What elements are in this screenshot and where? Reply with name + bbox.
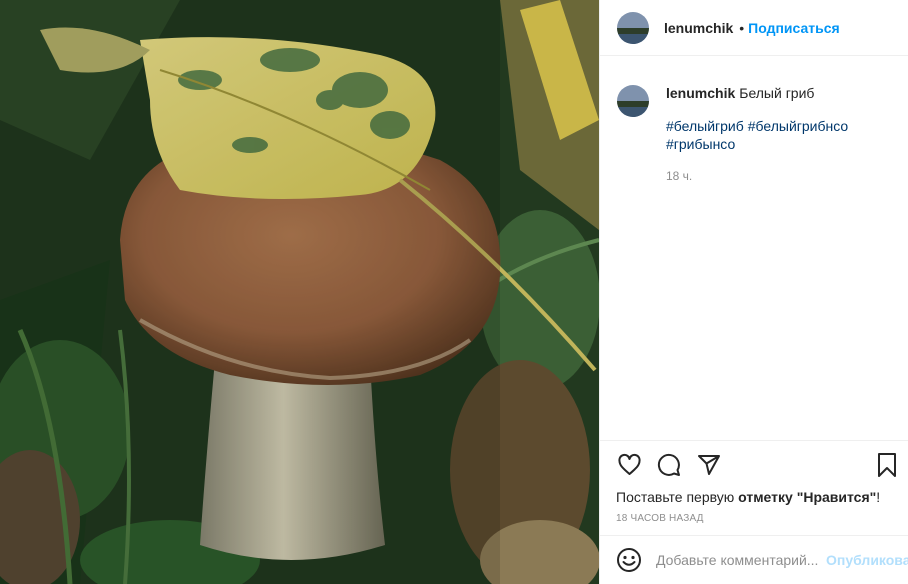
comment-form: Опубликовать	[600, 535, 908, 584]
share-button[interactable]	[696, 452, 722, 478]
save-button[interactable]	[874, 452, 900, 478]
likes-suffix: !	[876, 489, 881, 505]
avatar[interactable]	[617, 11, 649, 44]
author-username[interactable]: lenumchik	[664, 20, 733, 36]
caption-area: lenumchik Белый гриб #белыйгриб #белыйгриб…	[617, 84, 892, 185]
hashtag-link[interactable]: #белыйгрибнсо	[748, 118, 848, 134]
first-like-link[interactable]: отметку "Нравится"	[738, 489, 876, 505]
like-button[interactable]	[616, 452, 642, 478]
paper-plane-icon	[698, 455, 720, 475]
caption-username[interactable]: lenumchik	[666, 85, 735, 101]
mushroom-photo	[0, 0, 599, 584]
heart-icon	[617, 453, 641, 475]
comment-button[interactable]	[656, 452, 682, 478]
caption-time[interactable]: 18 ч.	[666, 167, 866, 185]
likes-text: Поставьте первую отметку "Нравится"!	[600, 489, 908, 505]
comment-input[interactable]	[656, 552, 826, 568]
caption-comment: lenumchik Белый гриб #белыйгриб #белыйгриб…	[617, 84, 892, 185]
comment-icon	[657, 453, 680, 476]
hashtag-link[interactable]: #грибынсо	[666, 136, 735, 152]
separator-dot: •	[739, 19, 745, 36]
post-sidebar: lenumchik • Подписаться lenumchik Белый г…	[599, 0, 908, 584]
caption-body: lenumchik Белый гриб #белыйгриб #белыйгриб…	[666, 84, 866, 185]
caption-text: Белый гриб	[739, 85, 815, 101]
post-photo[interactable]	[0, 0, 599, 584]
publish-button[interactable]: Опубликовать	[826, 552, 908, 568]
avatar[interactable]	[617, 85, 649, 117]
hashtag-link[interactable]: #белыйгриб	[666, 118, 744, 134]
post-header: lenumchik • Подписаться	[600, 0, 908, 56]
hashtag-list: #белыйгриб #белыйгрибнсо #грибынсо	[666, 117, 866, 153]
action-bar	[600, 441, 908, 489]
post-actions-section: Поставьте первую отметку "Нравится"! 18 …	[600, 440, 908, 524]
likes-prefix: Поставьте первую	[616, 489, 739, 505]
bookmark-icon	[878, 453, 896, 477]
posted-time[interactable]: 18 часов назад	[600, 513, 908, 524]
smiley-icon	[617, 548, 641, 572]
follow-button[interactable]: Подписаться	[748, 20, 840, 36]
emoji-button[interactable]	[616, 547, 642, 573]
